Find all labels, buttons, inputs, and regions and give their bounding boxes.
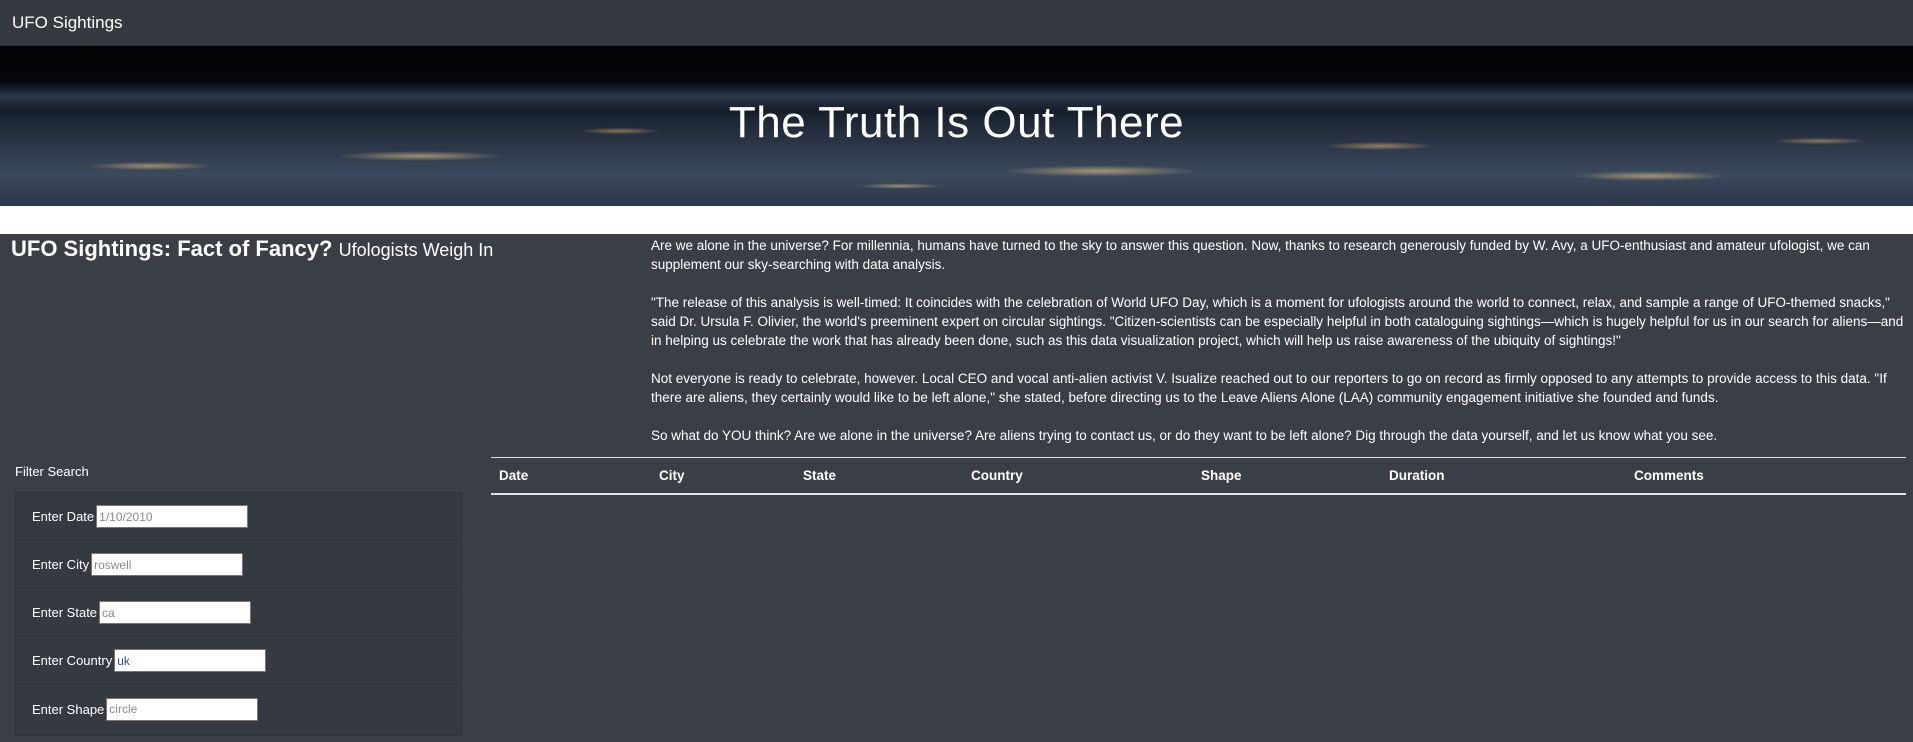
column-header-date[interactable]: Date (491, 457, 651, 495)
article-paragraph-1: Are we alone in the universe? For millen… (651, 238, 1870, 272)
sightings-table: Date City State Country Shape Duration C… (491, 457, 1906, 495)
filter-row-shape: Enter Shape (16, 685, 461, 733)
filter-row-date: Enter Date (16, 493, 461, 541)
article-paragraph-2: "The release of this analysis is well-ti… (651, 295, 1904, 348)
column-header-shape[interactable]: Shape (1193, 457, 1381, 495)
filter-row-city: Enter City (16, 541, 461, 589)
page-title-main: UFO Sightings: Fact of Fancy? (11, 236, 333, 261)
column-header-duration[interactable]: Duration (1381, 457, 1626, 495)
divider-band (0, 206, 1913, 234)
shape-input[interactable] (106, 697, 259, 721)
shape-label: Enter Shape (32, 701, 105, 717)
hero-title: The Truth Is Out There (728, 98, 1185, 147)
page-title-sub: Ufologists Weigh In (338, 240, 494, 260)
city-input[interactable] (91, 553, 244, 576)
filter-panel: Enter Date Enter City Enter State Enter … (15, 492, 462, 736)
navbar: UFO Sightings (0, 0, 1913, 46)
date-label: Enter Date (32, 509, 95, 524)
article: Are we alone in the universe? For millen… (651, 236, 1906, 464)
table-header-row: Date City State Country Shape Duration C… (491, 457, 1906, 495)
column-header-state[interactable]: State (795, 457, 963, 495)
country-label: Enter Country (32, 653, 113, 668)
article-paragraph-4: So what do YOU think? Are we alone in th… (651, 428, 1718, 443)
article-paragraph-3: Not everyone is ready to celebrate, howe… (651, 371, 1887, 405)
country-input[interactable] (114, 649, 267, 672)
state-label: Enter State (32, 605, 98, 620)
page-title: UFO Sightings: Fact of Fancy? Ufologists… (11, 236, 493, 262)
filter-search-heading: Filter Search (15, 464, 89, 479)
state-input[interactable] (99, 601, 252, 624)
column-header-country[interactable]: Country (963, 457, 1193, 495)
column-header-comments[interactable]: Comments (1626, 457, 1906, 495)
sightings-table-container: Date City State Country Shape Duration C… (491, 457, 1906, 495)
hero-banner: The Truth Is Out There (0, 46, 1913, 206)
column-header-city[interactable]: City (651, 457, 795, 495)
filter-row-country: Enter Country (16, 637, 461, 685)
filter-row-state: Enter State (16, 589, 461, 637)
city-label: Enter City (32, 557, 90, 572)
brand-link[interactable]: UFO Sightings (12, 13, 123, 33)
date-input[interactable] (96, 505, 249, 528)
